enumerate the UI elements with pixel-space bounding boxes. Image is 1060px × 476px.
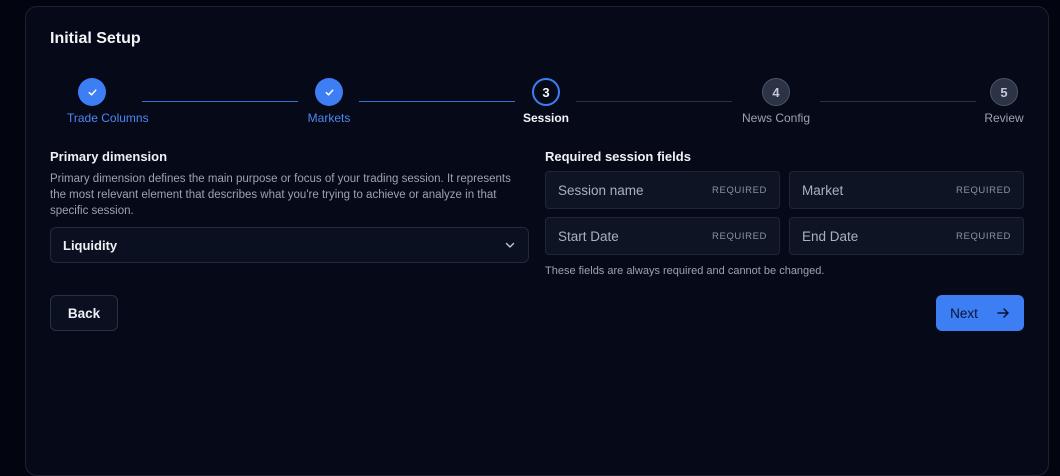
required-tag: REQUIRED (712, 230, 767, 242)
step-review[interactable]: 5 Review (944, 78, 1060, 125)
primary-dimension-select[interactable]: Liquidity (50, 227, 529, 263)
step-label: Review (984, 111, 1024, 125)
required-tag: REQUIRED (956, 184, 1011, 196)
field-label: Market (802, 182, 844, 198)
step-session[interactable]: 3 Session (486, 78, 606, 125)
field-start-date: Start Date REQUIRED (545, 217, 780, 255)
required-fields-heading: Required session fields (545, 149, 691, 164)
back-button[interactable]: Back (50, 295, 118, 331)
step-circle: 3 (532, 78, 560, 106)
check-icon (325, 88, 333, 96)
chevron-down-icon (505, 242, 515, 248)
step-label: Session (522, 111, 570, 125)
setup-panel: Initial Setup Trade Columns Markets 3 Se… (25, 6, 1049, 476)
required-tag: REQUIRED (712, 184, 767, 196)
field-market: Market REQUIRED (789, 171, 1024, 209)
next-button-label: Next (950, 305, 978, 321)
required-fields-note: These fields are always required and can… (545, 265, 825, 277)
field-label: Start Date (558, 228, 619, 244)
arrow-right-icon (997, 308, 1009, 318)
step-trade-columns[interactable]: Trade Columns (32, 78, 152, 125)
field-label: Session name (558, 182, 644, 198)
next-button[interactable]: Next (936, 295, 1024, 331)
primary-dimension-description: Primary dimension defines the main purpo… (50, 173, 511, 217)
step-circle (315, 78, 343, 106)
field-end-date: End Date REQUIRED (789, 217, 1024, 255)
stepper: Trade Columns Markets 3 Session 4 News C… (26, 7, 1048, 137)
field-session-name: Session name REQUIRED (545, 171, 780, 209)
step-label: Markets (307, 111, 351, 125)
check-icon (88, 88, 96, 96)
select-value: Liquidity (63, 237, 118, 253)
field-label: End Date (802, 228, 859, 244)
step-circle: 5 (990, 78, 1018, 106)
step-markets[interactable]: Markets (269, 78, 389, 125)
step-label: News Config (741, 111, 811, 125)
step-label: Trade Columns (67, 111, 149, 125)
required-tag: REQUIRED (956, 230, 1011, 242)
primary-dimension-heading: Primary dimension (50, 149, 168, 164)
step-news-config[interactable]: 4 News Config (716, 78, 836, 125)
step-circle: 4 (762, 78, 790, 106)
step-circle (78, 78, 106, 106)
